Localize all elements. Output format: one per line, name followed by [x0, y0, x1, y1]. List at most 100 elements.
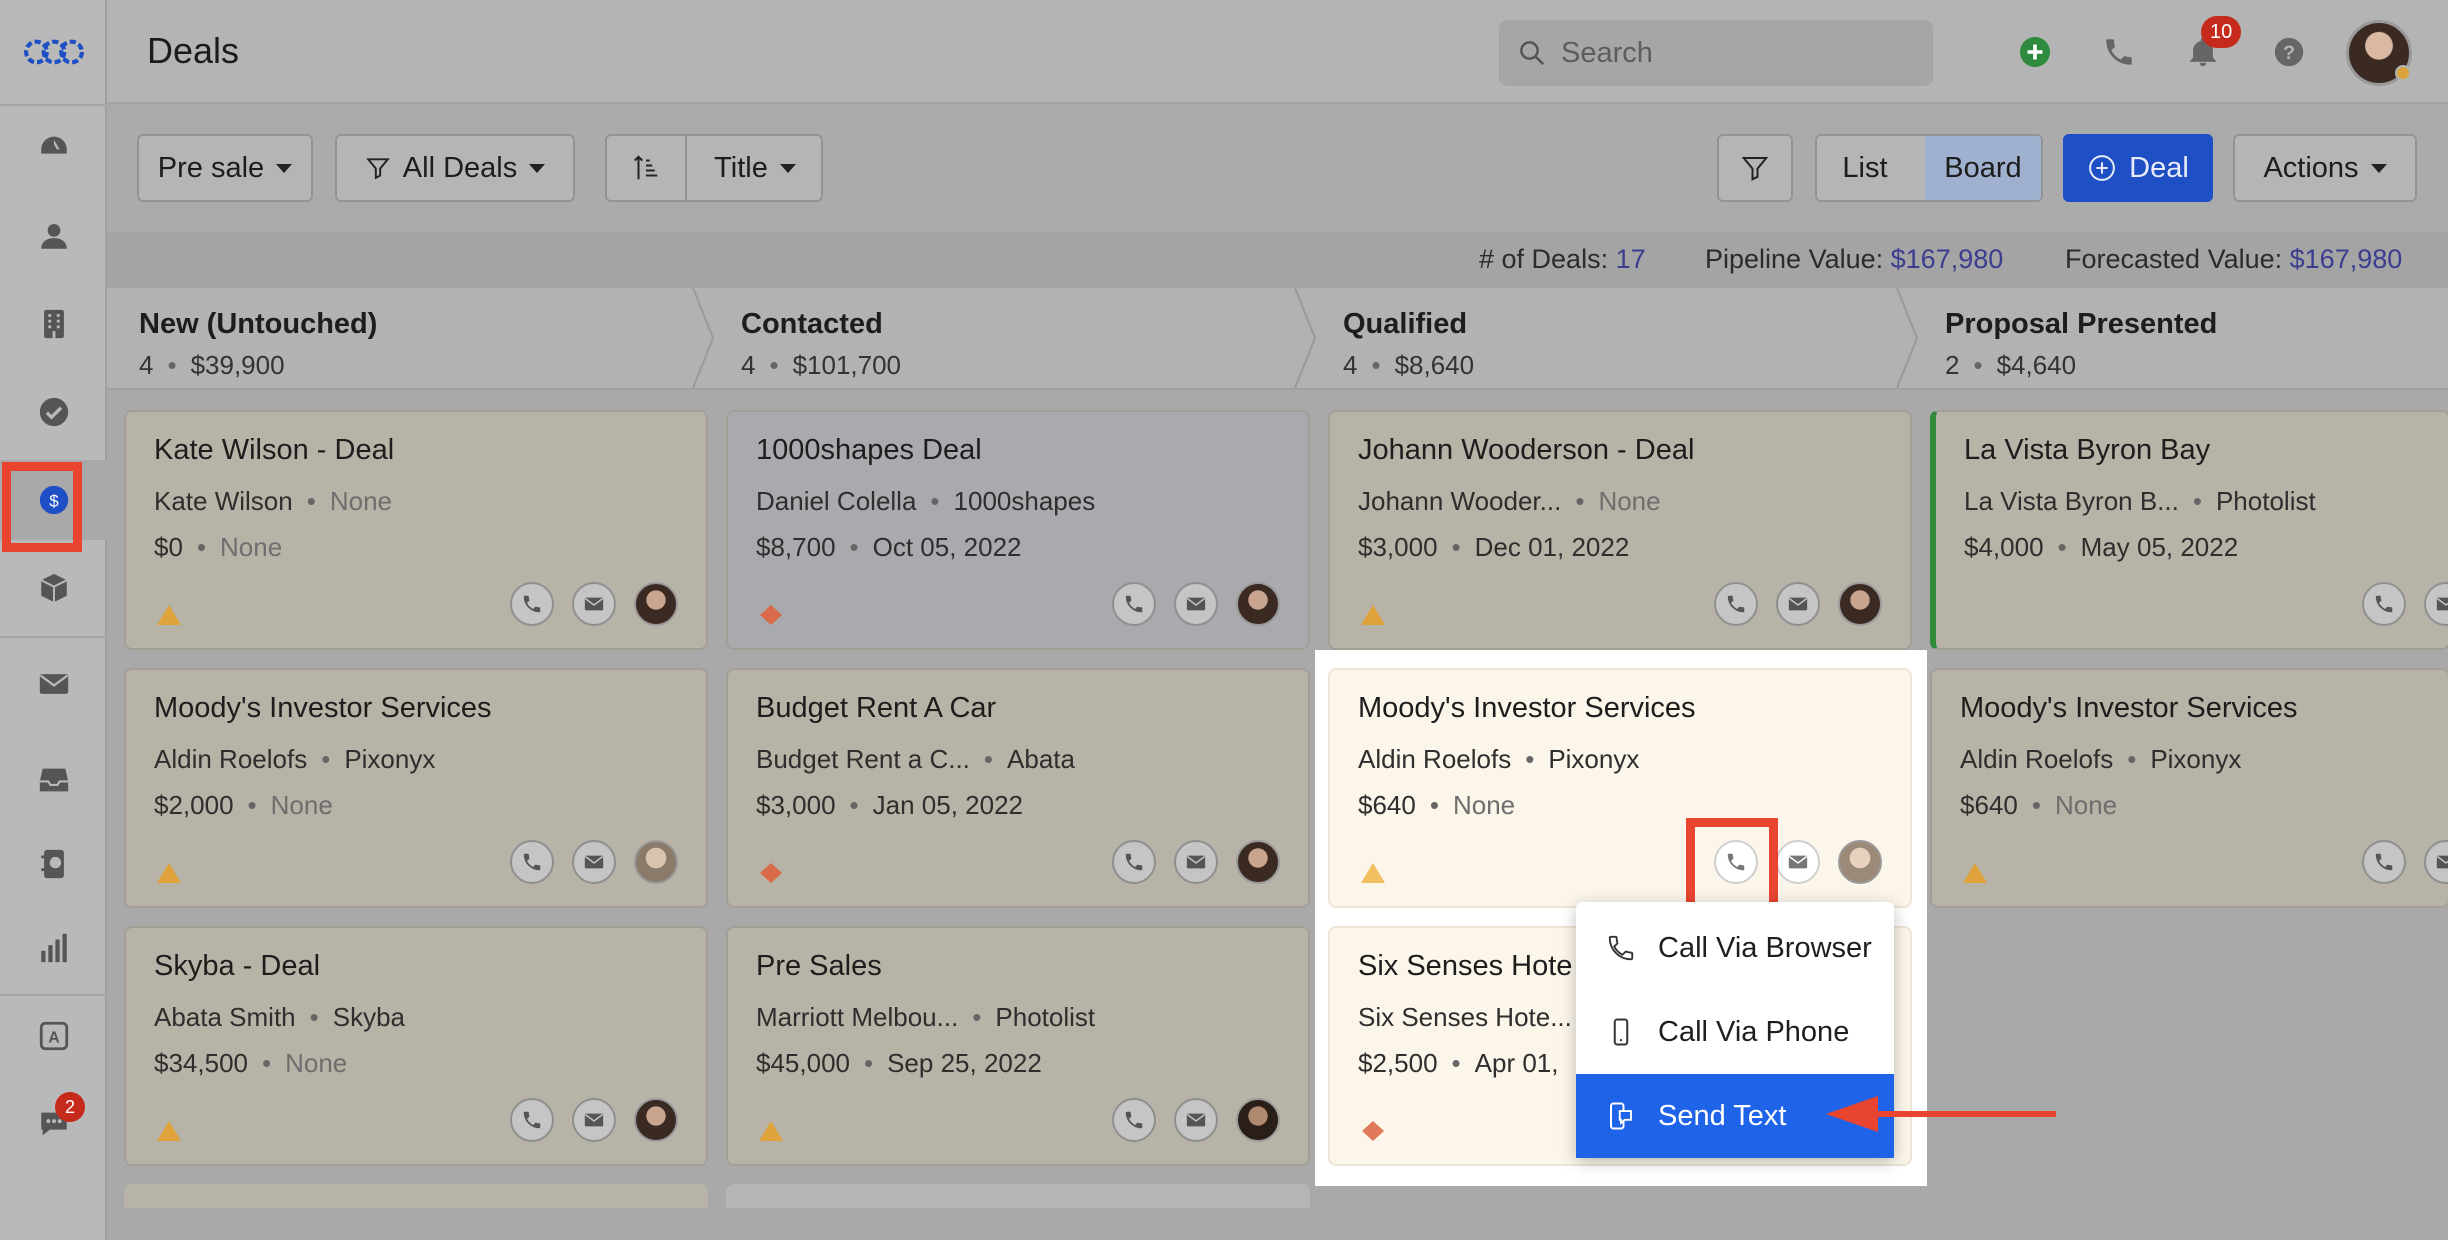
call-button[interactable] [510, 582, 554, 626]
deal-card[interactable]: Budget Rent A Car Budget Rent a C... • Aba… [726, 668, 1310, 908]
nav-inbox[interactable] [0, 740, 107, 820]
email-icon [2436, 855, 2448, 869]
board-view-button[interactable]: Board [1925, 136, 2041, 200]
nav-chat[interactable]: 2 [0, 1084, 107, 1164]
stage-proposal-presented[interactable]: Proposal Presented 2 • $4,640 [1913, 288, 2448, 388]
deal-title: Skyba - Deal [154, 950, 321, 982]
call-button[interactable] [2362, 582, 2406, 626]
phone-icon [1608, 935, 1634, 961]
call-button[interactable] [1112, 582, 1156, 626]
email-icon [1186, 1113, 1206, 1127]
call-button[interactable] [1714, 582, 1758, 626]
list-view-label: List [1842, 151, 1888, 184]
menu-item-label: Call Via Phone [1658, 1015, 1850, 1048]
email-button[interactable] [1174, 1098, 1218, 1142]
deal-contact: Budget Rent a C... [756, 744, 970, 774]
deal-company: Pixonyx [2150, 744, 2242, 774]
nav-companies[interactable] [0, 284, 107, 364]
call-button[interactable] [510, 840, 554, 884]
nav-automation[interactable]: A [0, 996, 107, 1076]
deal-contact: La Vista Byron B... [1964, 486, 2179, 516]
deal-card[interactable]: Johann Wooderson - Deal Johann Wooder...… [1328, 410, 1912, 650]
stage-count: 4 [741, 350, 756, 380]
nav-dashboard[interactable] [0, 108, 107, 188]
email-button[interactable] [2424, 582, 2448, 626]
email-button[interactable] [1776, 840, 1820, 884]
call-button[interactable] [1112, 840, 1156, 884]
call-button[interactable] [2362, 840, 2406, 884]
owner-avatar[interactable] [634, 840, 678, 884]
email-icon [584, 597, 604, 611]
email-button[interactable] [1174, 582, 1218, 626]
menu-item-call-via-browser[interactable]: Call Via Browser [1576, 906, 1894, 990]
sort-control[interactable]: Title [605, 134, 823, 202]
deal-card[interactable]: La Vista Byron Bay La Vista Byron B... • P… [1930, 410, 2448, 650]
priority-low-icon [1963, 863, 1987, 883]
owner-avatar[interactable] [634, 1098, 678, 1142]
stage-value: $4,640 [1996, 350, 2077, 380]
deal-amount: $640 [1960, 790, 2018, 820]
deal-card-focused[interactable]: Moody's Investor Services Aldin Roelofs •… [1328, 668, 1912, 908]
deal-card[interactable]: 1000shapes Deal Daniel Colella • 1000shape… [726, 410, 1310, 650]
nav-email[interactable] [0, 644, 107, 724]
nav-contacts[interactable] [0, 196, 107, 276]
deal-close-date: None [270, 790, 333, 820]
sort-field-select[interactable]: Title [687, 136, 823, 200]
stage-contacted[interactable]: Contacted 4 • $101,700 [709, 288, 1309, 388]
stage-new-untouched[interactable]: New (Untouched) 4 • $39,900 [107, 288, 707, 388]
nav-tasks[interactable] [0, 372, 107, 452]
nav-reports[interactable] [0, 908, 107, 988]
dialer-button[interactable] [2097, 30, 2141, 74]
owner-avatar[interactable] [1236, 582, 1280, 626]
deal-title: Moody's Investor Services [1960, 692, 2298, 724]
pipeline-select[interactable]: Pre sale [137, 134, 313, 202]
call-button[interactable] [1112, 1098, 1156, 1142]
deal-title: Moody's Investor Services [1358, 692, 1696, 724]
deal-card[interactable]: Kate Wilson - Deal Kate Wilson • None $0 • N… [124, 410, 708, 650]
owner-avatar[interactable] [1236, 1098, 1280, 1142]
actions-menu-button[interactable]: Actions [2233, 134, 2417, 202]
email-button[interactable] [572, 840, 616, 884]
help-button[interactable]: ? [2267, 30, 2311, 74]
status-dot [2395, 65, 2411, 81]
deal-company: 1000shapes [953, 486, 1096, 516]
user-avatar[interactable] [2346, 20, 2412, 86]
advanced-filter-button[interactable] [1717, 134, 1793, 202]
search-box[interactable] [1499, 20, 1933, 86]
owner-avatar[interactable] [1838, 582, 1882, 626]
owner-avatar[interactable] [1236, 840, 1280, 884]
email-button[interactable] [2424, 840, 2448, 884]
board-view-label: Board [1944, 151, 2022, 184]
deal-card-partial [726, 1184, 1310, 1208]
deal-amount: $3,000 [1358, 532, 1438, 562]
nav-phone-book[interactable] [0, 824, 107, 904]
add-deal-button[interactable]: Deal [2063, 134, 2213, 202]
deal-company: None [329, 486, 392, 516]
chat-badge: 2 [55, 1092, 85, 1122]
stage-qualified[interactable]: Qualified 4 • $8,640 [1311, 288, 1911, 388]
call-button[interactable] [510, 1098, 554, 1142]
deal-card[interactable]: Moody's Investor Services Aldin Roelofs •… [124, 668, 708, 908]
deals-filter-select[interactable]: All Deals [335, 134, 575, 202]
deal-card[interactable]: Moody's Investor Services Aldin Roelofs •… [1930, 668, 2448, 908]
quick-add-button[interactable] [2013, 30, 2057, 74]
stat-deal-count-value: 17 [1615, 244, 1646, 274]
email-button[interactable] [572, 1098, 616, 1142]
email-button[interactable] [1776, 582, 1820, 626]
deal-contact: Six Senses Hote... [1358, 1002, 1572, 1032]
nav-products[interactable] [0, 548, 107, 628]
text-message-icon [1610, 1102, 1632, 1130]
menu-item-call-via-phone[interactable]: Call Via Phone [1576, 990, 1894, 1074]
owner-avatar[interactable] [1838, 840, 1882, 884]
email-button[interactable] [1174, 840, 1218, 884]
app-logo[interactable] [0, 12, 107, 92]
deal-card[interactable]: Pre Sales Marriott Melbou... • Photolist $… [726, 926, 1310, 1166]
search-input[interactable] [1561, 36, 1921, 70]
email-button[interactable] [572, 582, 616, 626]
priority-low-icon [1361, 605, 1385, 625]
list-view-button[interactable]: List [1817, 136, 1913, 200]
owner-avatar[interactable] [634, 582, 678, 626]
deal-card[interactable]: Skyba - Deal Abata Smith • Skyba $34,500 • N… [124, 926, 708, 1166]
sort-direction-button[interactable] [607, 136, 685, 200]
reports-icon [40, 933, 67, 963]
